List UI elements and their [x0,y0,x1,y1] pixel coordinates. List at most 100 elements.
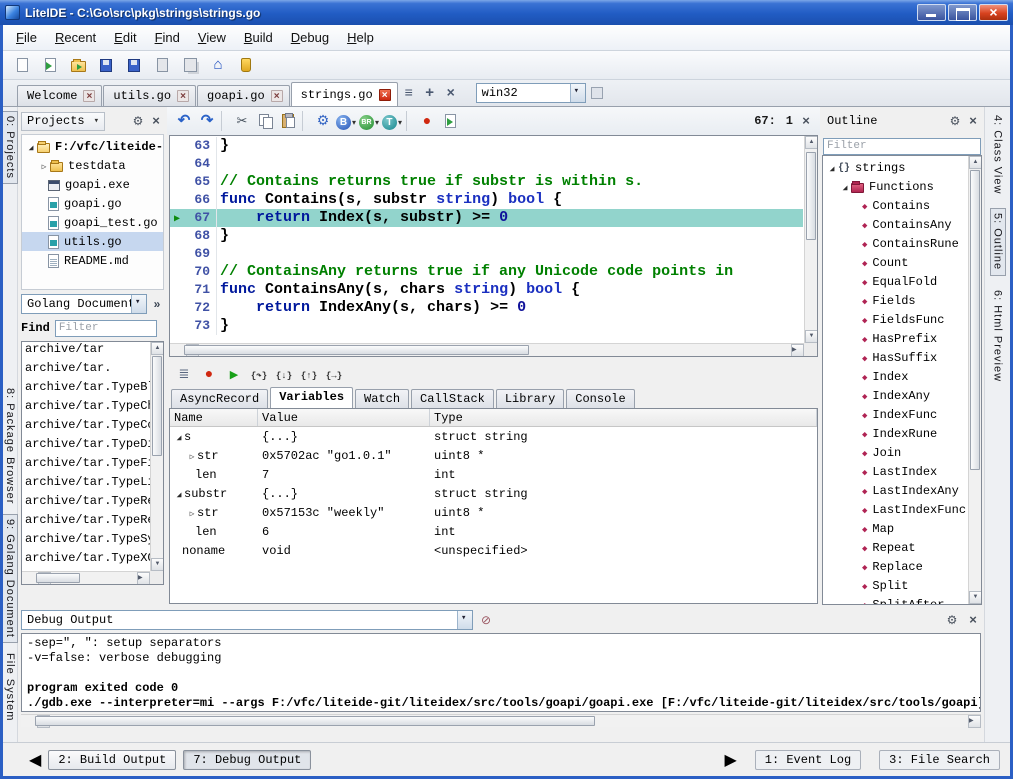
tab-close-icon[interactable] [177,90,189,102]
doc-list-item[interactable]: archive/tar.TypeXGlobalHeader [22,551,150,570]
doc-list-item[interactable]: archive/tar.TypeDir [22,437,150,456]
menu-item[interactable]: Debug [282,27,338,48]
debug-tab[interactable]: AsyncRecord [171,389,268,408]
editor-toolbar-button[interactable] [254,110,276,132]
outline-vertical-scrollbar[interactable] [968,156,981,604]
outline-item[interactable]: ContainsAny [823,215,968,234]
breakpoint-margin[interactable] [170,155,184,173]
outline-item[interactable]: Repeat [823,538,968,557]
outline-item[interactable]: ContainsRune [823,234,968,253]
code-line[interactable]: 63 } [170,137,803,155]
scroll-right-icon[interactable] [137,572,150,585]
doc-list-vertical-scrollbar[interactable] [150,342,163,571]
doc-list-horizontal-scrollbar[interactable] [22,571,150,584]
breakpoint-margin[interactable] [170,209,184,227]
close-button[interactable] [979,4,1008,21]
menu-item[interactable]: View [189,27,235,48]
code-line[interactable]: 71 func ContainsAny(s, chars string) boo… [170,281,803,299]
minimize-button[interactable] [917,4,946,21]
new-tab-button[interactable] [420,83,440,103]
menu-item[interactable]: Build [235,27,282,48]
outline-item[interactable]: EqualFold [823,272,968,291]
document-tab[interactable]: utils.go [103,85,196,106]
breakpoint-margin[interactable] [170,191,184,209]
outline-item[interactable]: IndexAny [823,386,968,405]
editor-toolbar-button[interactable] [173,110,195,132]
debug-output-text[interactable]: -sep=", ": setup separators -v=false: ve… [21,633,981,712]
editor-toolbar-button[interactable] [381,110,403,132]
scrollbar-thumb[interactable] [36,573,80,583]
doc-list-item[interactable]: archive/tar [22,342,150,361]
editor-toolbar-button[interactable] [221,111,228,131]
menu-item[interactable]: Recent [46,27,105,48]
variable-row[interactable]: len 6 int [170,522,817,541]
scroll-up-icon[interactable] [969,156,982,169]
outline-item[interactable]: HasSuffix [823,348,968,367]
editor-toolbar-button[interactable] [196,110,218,132]
code-editor[interactable]: 63 } 64 65 // Contains re [169,135,818,357]
column-header-name[interactable]: Name [170,409,258,426]
toolbar-button[interactable] [234,53,258,77]
code-line[interactable]: 73 } [170,317,803,335]
document-tab[interactable]: Welcome [17,85,102,106]
outline-item[interactable]: IndexFunc [823,405,968,424]
menu-item[interactable]: Edit [105,27,145,48]
project-tree-item[interactable]: F:/vfc/liteide-g [22,137,163,156]
scrollbar-thumb[interactable] [806,152,816,240]
panel-close-icon[interactable] [965,113,981,129]
toolbar-button[interactable] [66,53,90,77]
editor-toolbar-button[interactable] [406,111,413,131]
code-line[interactable]: 68 } [170,227,803,245]
project-tree-item[interactable]: utils.go [22,232,163,251]
golang-document-combo[interactable]: Golang Document [21,294,147,314]
debug-toolbar-button[interactable] [273,363,295,385]
output-horizontal-scrollbar[interactable] [21,714,981,727]
overflow-chevron-icon[interactable] [149,296,165,312]
breakpoint-margin[interactable] [170,245,184,263]
outline-item[interactable]: SplitAfter [823,595,968,604]
variable-row[interactable]: noname void <unspecified> [170,541,817,560]
editor-vertical-scrollbar[interactable] [804,136,817,343]
doc-list-item[interactable]: archive/tar. [22,361,150,380]
close-editor-button[interactable] [441,83,461,103]
code-line[interactable]: 65 // Contains returns true if substr is… [170,173,803,191]
debug-toolbar-button[interactable] [323,363,345,385]
menu-item[interactable]: Find [146,27,189,48]
toolbar-button[interactable] [206,53,230,77]
variable-row[interactable]: str 0x57153c "weekly" uint8 * [170,503,817,522]
debug-tab[interactable]: CallStack [411,389,494,408]
maximize-button[interactable] [948,4,977,21]
outline-item[interactable]: Functions [823,177,968,196]
toolbar-button[interactable] [178,53,202,77]
code-line[interactable]: 66 func Contains(s, substr string) bool … [170,191,803,209]
breakpoint-margin[interactable] [170,137,184,155]
debug-tab[interactable]: Console [566,389,634,408]
project-tree-item[interactable]: testdata [22,156,163,175]
editor-toolbar-button[interactable] [335,110,357,132]
debug-tab[interactable]: Watch [355,389,409,408]
debug-toolbar-button[interactable] [173,363,195,385]
outline-item[interactable]: Replace [823,557,968,576]
tab-close-icon[interactable] [271,90,283,102]
code-line[interactable]: 69 [170,245,803,263]
outline-item[interactable]: HasPrefix [823,329,968,348]
debug-toolbar-button[interactable] [298,363,320,385]
dock-tab[interactable]: 9: Golang Document [2,514,18,643]
doc-list-item[interactable]: archive/tar.TypeBlock [22,380,150,399]
code-line[interactable]: 72 return IndexAny(s, chars) >= 0 [170,299,803,317]
projects-view-combo[interactable]: Projects [21,112,105,131]
doc-list-item[interactable]: archive/tar.TypeLink [22,475,150,494]
toolbar-button[interactable] [10,53,34,77]
tab-close-icon[interactable] [379,89,391,101]
toolbar-button[interactable] [122,53,146,77]
project-tree-item[interactable]: goapi_test.go [22,213,163,232]
scroll-down-icon[interactable] [805,330,818,343]
build-target-combo[interactable]: win32 [476,83,586,103]
outline-item[interactable]: Count [823,253,968,272]
editor-toolbar-button[interactable] [439,110,461,132]
breakpoint-margin[interactable] [170,317,184,335]
editor-toolbar-button[interactable] [358,110,380,132]
doc-list-item[interactable]: archive/tar.TypeSymlink [22,532,150,551]
gear-icon[interactable] [944,612,960,628]
project-tree-item[interactable]: goapi.exe [22,175,163,194]
